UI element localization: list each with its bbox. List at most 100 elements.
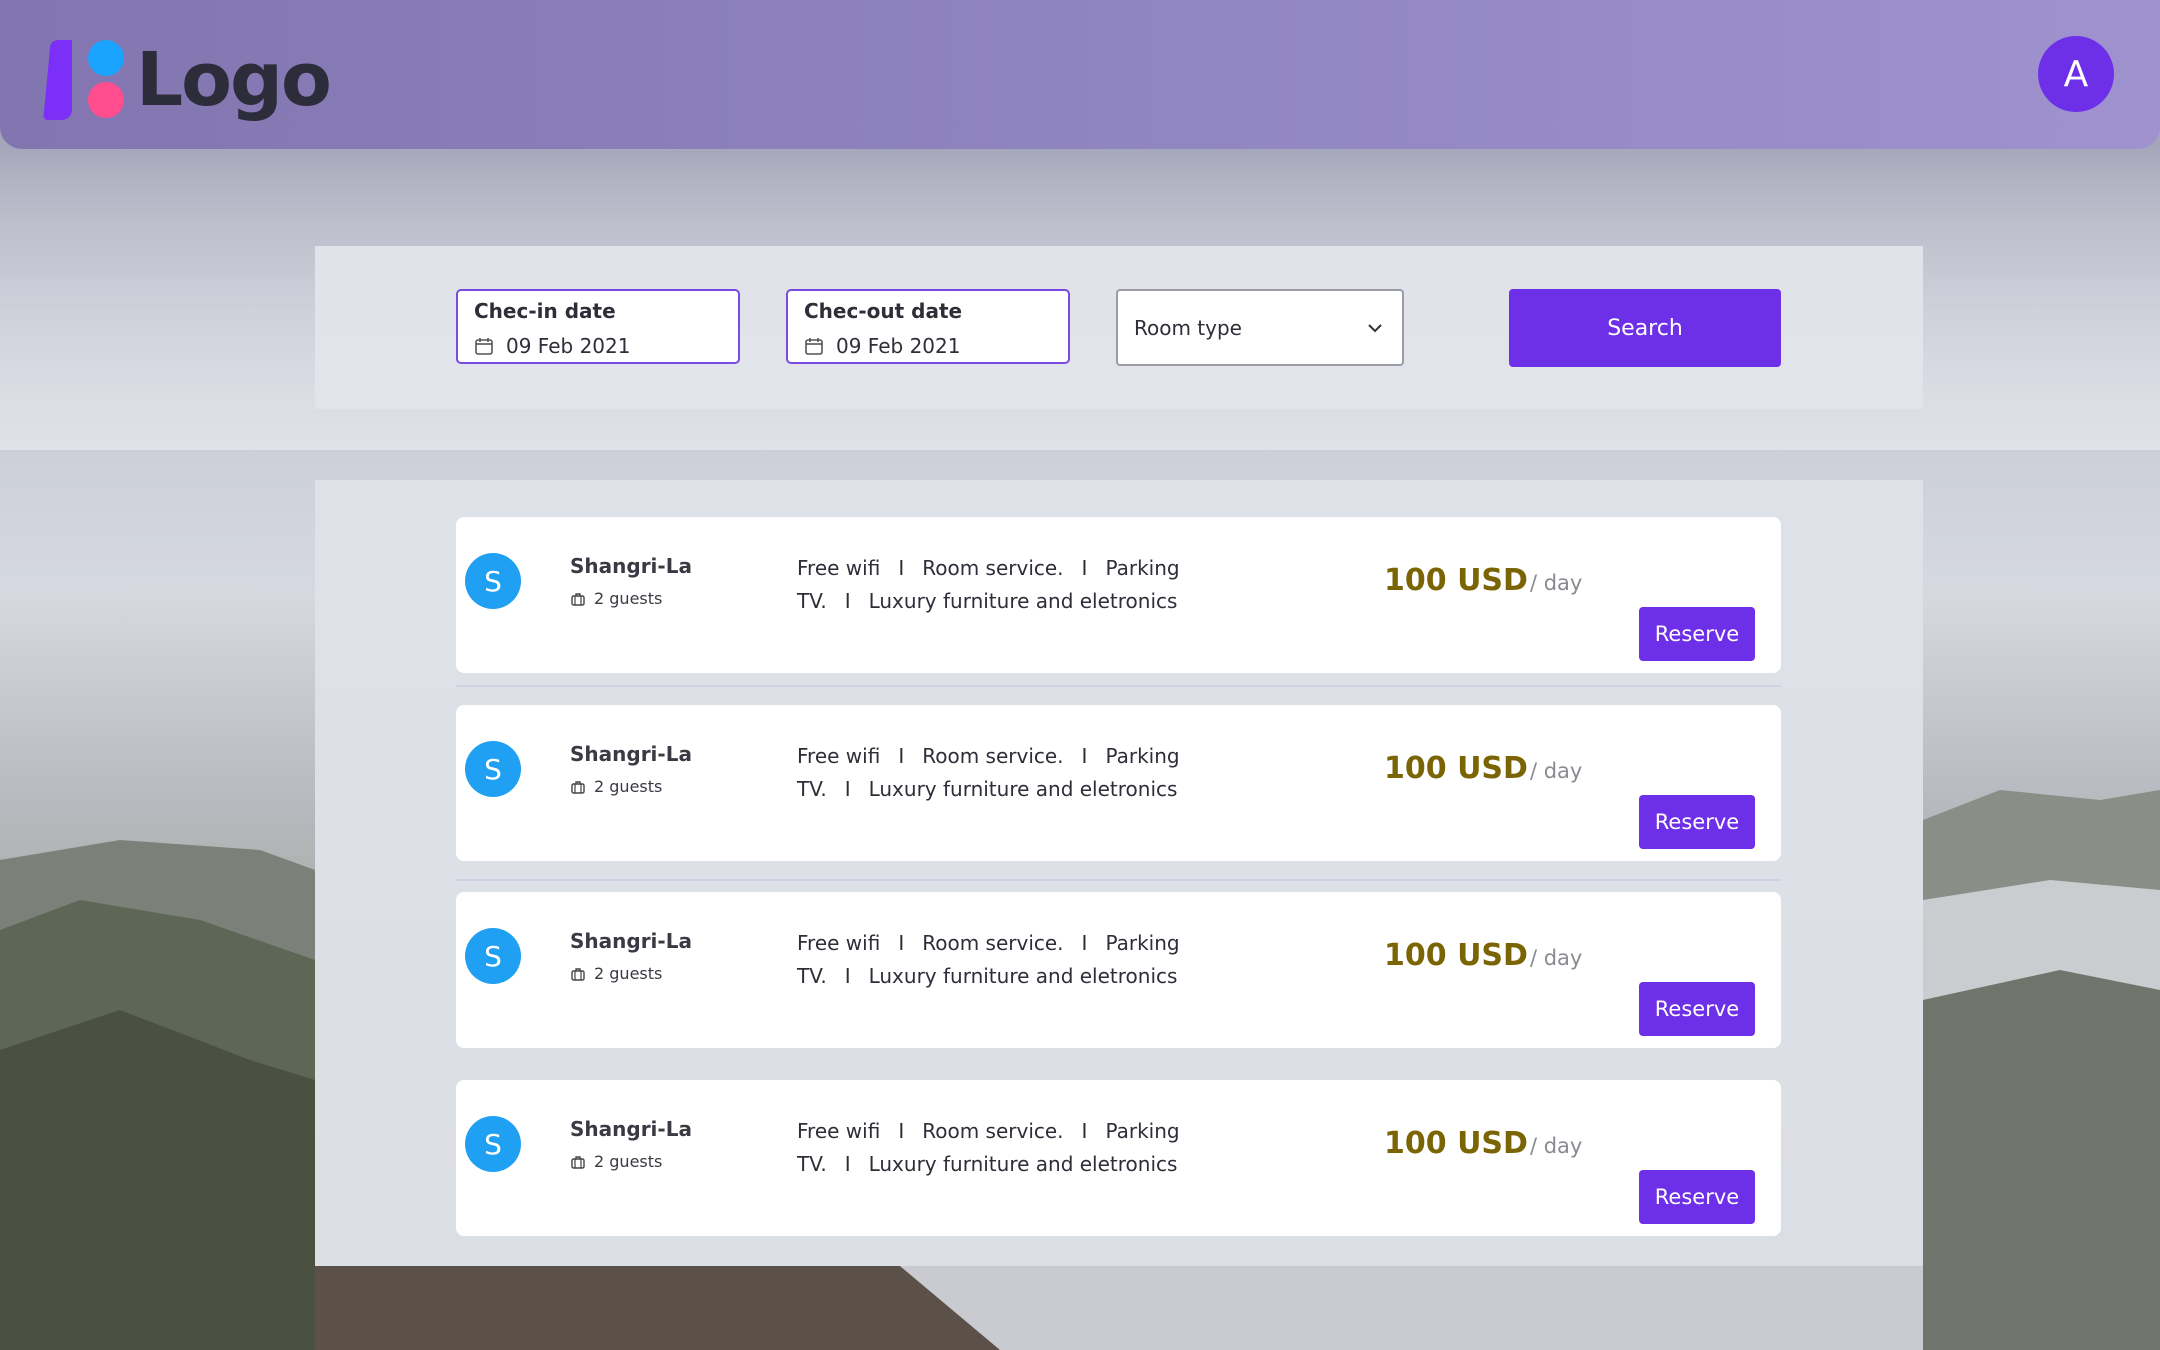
price-unit: / day	[1529, 759, 1583, 783]
room-type-value: Room type	[1134, 316, 1242, 340]
card-divider	[456, 685, 1781, 687]
luggage-icon	[570, 966, 586, 982]
reserve-button[interactable]: Reserve	[1639, 982, 1755, 1036]
price: 100 USD / day	[1384, 563, 1582, 598]
price-amount: 100 USD	[1384, 1126, 1528, 1161]
amenities-row: TV. I Luxury furniture and eletronics	[797, 1152, 1177, 1176]
amenity: Parking	[1105, 1119, 1180, 1143]
room-type-select[interactable]: Room type	[1116, 289, 1404, 366]
amenity-separator: I	[1081, 931, 1088, 955]
amenities-row: Free wifi I Room service. I Parking	[797, 744, 1180, 768]
top-header: Logo A	[0, 0, 2160, 149]
hotel-card: S Shangri-La 2 guests Free wifi I Room ser…	[456, 705, 1781, 861]
amenity-separator: I	[844, 1152, 851, 1176]
guests-row: 2 guests	[570, 589, 662, 608]
amenity: Free wifi	[797, 744, 881, 768]
card-divider	[456, 879, 1781, 881]
hotel-name: Shangri-La	[570, 742, 692, 766]
checkout-value-row: 09 Feb 2021	[804, 334, 960, 358]
luggage-icon	[570, 779, 586, 795]
amenity-separator: I	[844, 777, 851, 801]
guests-text: 2 guests	[594, 1152, 663, 1171]
price-unit: / day	[1529, 571, 1583, 595]
amenities-row: TV. I Luxury furniture and eletronics	[797, 589, 1177, 613]
amenities-row: Free wifi I Room service. I Parking	[797, 1119, 1180, 1143]
logo-mark-icon	[42, 38, 128, 122]
price-amount: 100 USD	[1384, 938, 1528, 973]
amenity: Free wifi	[797, 931, 881, 955]
checkin-value: 09 Feb 2021	[506, 334, 631, 358]
hotel-card: S Shangri-La 2 guests Free wifi I Room ser…	[456, 517, 1781, 673]
price: 100 USD / day	[1384, 938, 1582, 973]
price-amount: 100 USD	[1384, 751, 1528, 786]
reserve-button[interactable]: Reserve	[1639, 607, 1755, 661]
amenity: Room service.	[922, 931, 1064, 955]
checkin-date-field[interactable]: Chec-in date 09 Feb 2021	[456, 289, 740, 364]
price-unit: / day	[1529, 1134, 1583, 1158]
hotel-name: Shangri-La	[570, 1117, 692, 1141]
luggage-icon	[570, 591, 586, 607]
amenity: Luxury furniture and eletronics	[868, 1152, 1178, 1176]
chevron-down-icon	[1366, 319, 1384, 337]
checkout-date-field[interactable]: Chec-out date 09 Feb 2021	[786, 289, 1070, 364]
amenity: Free wifi	[797, 1119, 881, 1143]
amenity: Luxury furniture and eletronics	[868, 777, 1178, 801]
hotel-avatar: S	[465, 928, 521, 984]
search-panel: Chec-in date 09 Feb 2021 Chec-out date 0…	[315, 246, 1923, 409]
amenity-separator: I	[898, 744, 905, 768]
amenity-separator: I	[1081, 556, 1088, 580]
amenity: Room service.	[922, 556, 1064, 580]
checkin-value-row: 09 Feb 2021	[474, 334, 630, 358]
price: 100 USD / day	[1384, 751, 1582, 786]
user-avatar[interactable]: A	[2038, 36, 2114, 112]
amenity: Parking	[1105, 744, 1180, 768]
price: 100 USD / day	[1384, 1126, 1582, 1161]
search-button[interactable]: Search	[1509, 289, 1781, 367]
guests-row: 2 guests	[570, 1152, 662, 1171]
luggage-icon	[570, 1154, 586, 1170]
price-unit: / day	[1529, 946, 1583, 970]
guests-row: 2 guests	[570, 964, 662, 983]
reserve-button[interactable]: Reserve	[1639, 795, 1755, 849]
calendar-icon	[474, 336, 494, 356]
amenity: Room service.	[922, 744, 1064, 768]
logo-text: Logo	[136, 37, 332, 123]
amenity: Free wifi	[797, 556, 881, 580]
hotel-name: Shangri-La	[570, 554, 692, 578]
reserve-button[interactable]: Reserve	[1639, 1170, 1755, 1224]
guests-text: 2 guests	[594, 589, 663, 608]
amenities-row: Free wifi I Room service. I Parking	[797, 556, 1180, 580]
guests-text: 2 guests	[594, 964, 663, 983]
amenity: TV.	[797, 589, 827, 613]
guests-text: 2 guests	[594, 777, 663, 796]
hotel-avatar: S	[465, 741, 521, 797]
amenity: TV.	[797, 777, 827, 801]
amenities-row: TV. I Luxury furniture and eletronics	[797, 777, 1177, 801]
hotel-avatar: S	[465, 553, 521, 609]
amenity: Luxury furniture and eletronics	[868, 964, 1178, 988]
checkout-value: 09 Feb 2021	[836, 334, 961, 358]
hotel-avatar: S	[465, 1116, 521, 1172]
amenity: Parking	[1105, 556, 1180, 580]
logo[interactable]: Logo	[42, 37, 332, 123]
hotel-name: Shangri-La	[570, 929, 692, 953]
results-panel: S Shangri-La 2 guests Free wifi I Room ser…	[315, 480, 1923, 1266]
amenity-separator: I	[898, 556, 905, 580]
amenity: TV.	[797, 1152, 827, 1176]
amenity-separator: I	[1081, 1119, 1088, 1143]
amenity: Parking	[1105, 931, 1180, 955]
calendar-icon	[804, 336, 824, 356]
price-amount: 100 USD	[1384, 563, 1528, 598]
hotel-card: S Shangri-La 2 guests Free wifi I Room ser…	[456, 892, 1781, 1048]
amenity-separator: I	[898, 931, 905, 955]
hotel-card: S Shangri-La 2 guests Free wifi I Room ser…	[456, 1080, 1781, 1236]
checkout-label: Chec-out date	[804, 299, 963, 323]
amenities-row: TV. I Luxury furniture and eletronics	[797, 964, 1177, 988]
amenities-row: Free wifi I Room service. I Parking	[797, 931, 1180, 955]
amenity-separator: I	[844, 589, 851, 613]
checkin-label: Chec-in date	[474, 299, 616, 323]
amenity-separator: I	[844, 964, 851, 988]
amenity: TV.	[797, 964, 827, 988]
amenity-separator: I	[1081, 744, 1088, 768]
guests-row: 2 guests	[570, 777, 662, 796]
